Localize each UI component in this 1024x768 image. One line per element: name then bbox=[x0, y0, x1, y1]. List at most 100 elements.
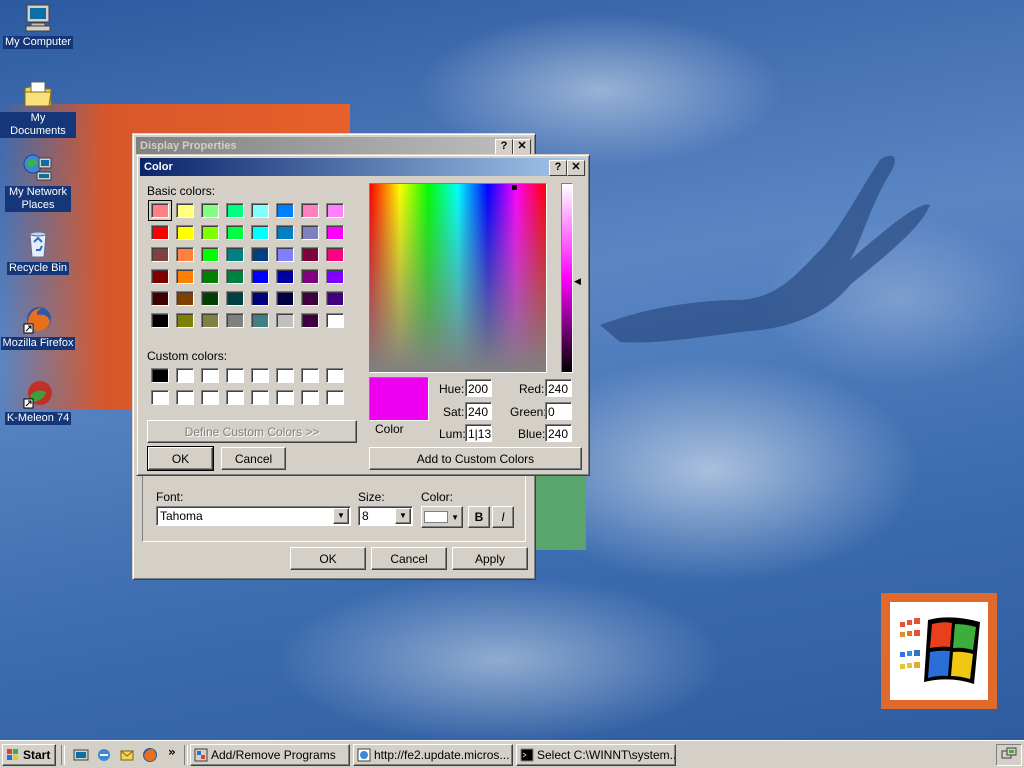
close-button[interactable]: ✕ bbox=[513, 139, 531, 155]
basic-color-swatch[interactable] bbox=[201, 291, 219, 306]
font-color-button[interactable]: ▼ bbox=[421, 506, 463, 528]
blue-field[interactable]: 240 bbox=[545, 424, 572, 442]
desktop-icon-my-network-places[interactable]: My Network Places bbox=[0, 152, 76, 212]
custom-color-swatch[interactable] bbox=[326, 368, 344, 383]
basic-color-swatch[interactable] bbox=[148, 200, 172, 221]
basic-color-swatch[interactable] bbox=[251, 225, 269, 240]
custom-color-swatch[interactable] bbox=[251, 368, 269, 383]
close-button[interactable]: ✕ bbox=[567, 160, 585, 176]
outlook-express-icon[interactable] bbox=[119, 747, 135, 763]
basic-color-swatch[interactable] bbox=[151, 313, 169, 328]
basic-color-swatch[interactable] bbox=[251, 203, 269, 218]
basic-color-swatch[interactable] bbox=[226, 203, 244, 218]
green-field[interactable]: 0 bbox=[545, 402, 572, 420]
basic-color-swatch[interactable] bbox=[301, 225, 319, 240]
custom-color-swatch[interactable] bbox=[201, 368, 219, 383]
basic-color-swatch[interactable] bbox=[176, 225, 194, 240]
custom-color-swatch[interactable] bbox=[226, 390, 244, 405]
start-button[interactable]: Start bbox=[2, 744, 56, 766]
custom-color-swatch[interactable] bbox=[151, 390, 169, 405]
desktop-icon-k-meleon[interactable]: K-Meleon 74 bbox=[0, 378, 76, 425]
basic-color-swatch[interactable] bbox=[276, 247, 294, 262]
color-dialog-titlebar[interactable]: Color ? ✕ bbox=[140, 158, 586, 176]
basic-color-swatch[interactable] bbox=[201, 247, 219, 262]
custom-color-swatch[interactable] bbox=[301, 368, 319, 383]
basic-color-swatch[interactable] bbox=[251, 247, 269, 262]
basic-color-swatch[interactable] bbox=[276, 291, 294, 306]
custom-color-swatch[interactable] bbox=[201, 390, 219, 405]
custom-color-swatch[interactable] bbox=[226, 368, 244, 383]
lum-field[interactable]: 1|13 bbox=[465, 424, 492, 442]
task-command-prompt[interactable]: Select C:\WINNT\system... bbox=[516, 744, 676, 766]
basic-color-swatch[interactable] bbox=[201, 313, 219, 328]
basic-color-swatch[interactable] bbox=[201, 203, 219, 218]
size-select[interactable]: 8 ▼ bbox=[358, 506, 413, 526]
firefox-icon[interactable] bbox=[142, 747, 158, 763]
custom-color-swatch[interactable] bbox=[176, 368, 194, 383]
basic-color-swatch[interactable] bbox=[276, 269, 294, 284]
help-button[interactable]: ? bbox=[549, 160, 567, 176]
basic-color-swatch[interactable] bbox=[226, 225, 244, 240]
basic-color-swatch[interactable] bbox=[326, 203, 344, 218]
basic-color-swatch[interactable] bbox=[251, 313, 269, 328]
basic-color-swatch[interactable] bbox=[151, 247, 169, 262]
basic-color-swatch[interactable] bbox=[151, 225, 169, 240]
basic-color-swatch[interactable] bbox=[151, 269, 169, 284]
custom-color-swatch[interactable] bbox=[276, 368, 294, 383]
cancel-button[interactable]: Cancel bbox=[221, 447, 286, 470]
font-select[interactable]: Tahoma ▼ bbox=[156, 506, 351, 526]
red-field[interactable]: 240 bbox=[545, 379, 572, 397]
basic-color-swatch[interactable] bbox=[226, 313, 244, 328]
cancel-button[interactable]: Cancel bbox=[371, 547, 447, 570]
basic-color-swatch[interactable] bbox=[301, 269, 319, 284]
desktop-icon-my-computer[interactable]: My Computer bbox=[0, 2, 76, 49]
custom-color-swatch[interactable] bbox=[151, 368, 169, 383]
basic-color-swatch[interactable] bbox=[301, 291, 319, 306]
chevron-down-icon[interactable]: ▼ bbox=[395, 508, 411, 524]
basic-color-swatch[interactable] bbox=[151, 291, 169, 306]
basic-color-swatch[interactable] bbox=[276, 203, 294, 218]
basic-color-swatch[interactable] bbox=[326, 225, 344, 240]
custom-color-swatch[interactable] bbox=[276, 390, 294, 405]
desktop-icon-mozilla-firefox[interactable]: Mozilla Firefox bbox=[0, 303, 76, 350]
basic-color-swatch[interactable] bbox=[326, 247, 344, 262]
define-custom-colors-button[interactable]: Define Custom Colors >> bbox=[147, 420, 357, 443]
basic-color-swatch[interactable] bbox=[201, 269, 219, 284]
basic-color-swatch[interactable] bbox=[226, 247, 244, 262]
sat-field[interactable]: 240 bbox=[465, 402, 492, 420]
desktop-icon-recycle-bin[interactable]: Recycle Bin bbox=[0, 228, 76, 275]
task-update-browser[interactable]: http://fe2.update.micros... bbox=[353, 744, 513, 766]
color-spectrum[interactable]: ▪ bbox=[369, 183, 547, 373]
basic-color-swatch[interactable] bbox=[301, 247, 319, 262]
bold-button[interactable]: B bbox=[468, 506, 490, 528]
luminance-arrow-icon[interactable]: ◀ bbox=[574, 277, 581, 287]
luminance-bar[interactable] bbox=[561, 183, 573, 373]
basic-color-swatch[interactable] bbox=[226, 269, 244, 284]
display-properties-titlebar[interactable]: Display Properties ? ✕ bbox=[136, 137, 532, 155]
custom-color-swatch[interactable] bbox=[176, 390, 194, 405]
basic-color-swatch[interactable] bbox=[176, 203, 194, 218]
italic-button[interactable]: I bbox=[492, 506, 514, 528]
help-button[interactable]: ? bbox=[495, 139, 513, 155]
add-to-custom-colors-button[interactable]: Add to Custom Colors bbox=[369, 447, 582, 470]
basic-color-swatch[interactable] bbox=[326, 291, 344, 306]
network-tray-icon[interactable] bbox=[1001, 747, 1017, 763]
hue-field[interactable]: 200 bbox=[465, 379, 492, 397]
basic-color-swatch[interactable] bbox=[251, 269, 269, 284]
basic-color-swatch[interactable] bbox=[176, 269, 194, 284]
basic-color-swatch[interactable] bbox=[276, 225, 294, 240]
basic-color-swatch[interactable] bbox=[276, 313, 294, 328]
desktop-icon-my-documents[interactable]: My Documents bbox=[0, 78, 76, 138]
task-add-remove-programs[interactable]: Add/Remove Programs bbox=[190, 744, 350, 766]
quick-launch-more-button[interactable]: » bbox=[168, 745, 176, 759]
basic-color-swatch[interactable] bbox=[226, 291, 244, 306]
basic-color-swatch[interactable] bbox=[201, 225, 219, 240]
custom-color-swatch[interactable] bbox=[251, 390, 269, 405]
basic-color-swatch[interactable] bbox=[326, 313, 344, 328]
basic-color-swatch[interactable] bbox=[176, 313, 194, 328]
basic-color-swatch[interactable] bbox=[176, 247, 194, 262]
chevron-down-icon[interactable]: ▼ bbox=[333, 508, 349, 524]
ok-button[interactable]: OK bbox=[290, 547, 366, 570]
basic-color-swatch[interactable] bbox=[301, 203, 319, 218]
internet-explorer-icon[interactable] bbox=[96, 747, 112, 763]
